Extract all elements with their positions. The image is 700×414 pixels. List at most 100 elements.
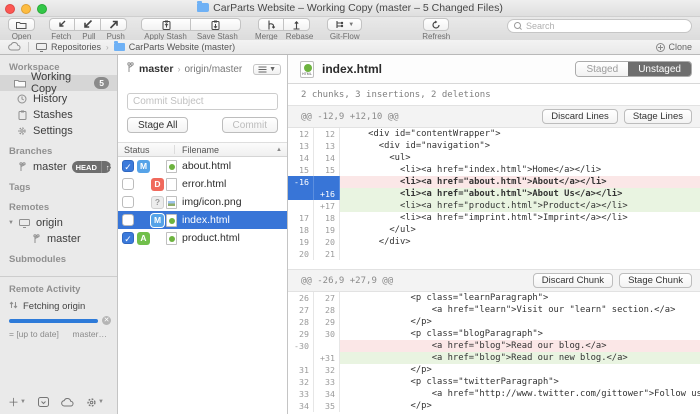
new-line-number[interactable]: 32 — [314, 364, 340, 376]
git-flow-button[interactable]: ▼ — [327, 18, 362, 31]
rebase-button[interactable] — [284, 18, 310, 31]
diff-line[interactable]: 2021 — [288, 248, 700, 260]
fetch-button[interactable] — [49, 18, 75, 31]
new-line-number[interactable]: 18 — [314, 212, 340, 224]
diff-line[interactable]: 3435 </p> — [288, 400, 700, 412]
old-line-number[interactable]: 19 — [288, 236, 314, 248]
discard-button[interactable]: Discard Lines — [542, 109, 618, 124]
disclosure-triangle-icon[interactable]: ▼ — [8, 220, 14, 226]
stage-button[interactable]: Stage Lines — [624, 109, 692, 124]
discard-button[interactable]: Discard Chunk — [533, 273, 613, 288]
new-line-number[interactable]: +31 — [314, 352, 340, 364]
new-line-number[interactable]: 35 — [314, 400, 340, 412]
title-bar[interactable]: CarParts Website – Working Copy (master … — [0, 0, 700, 17]
gear-menu-button[interactable]: ▼ — [86, 397, 104, 408]
diff-line[interactable]: 2728 <a href="learn">Visit our "learn" s… — [288, 304, 700, 316]
old-line-number[interactable]: 14 — [288, 152, 314, 164]
new-line-number[interactable]: 15 — [314, 164, 340, 176]
file-row[interactable]: ✓Aproduct.html — [118, 229, 287, 247]
diff-line[interactable]: -30 <a href="blog">Read our blog.</a> — [288, 340, 700, 352]
old-line-number[interactable]: 29 — [288, 328, 314, 340]
old-line-number[interactable] — [288, 200, 314, 212]
refresh-button[interactable] — [423, 18, 449, 31]
new-line-number[interactable]: 19 — [314, 224, 340, 236]
sidebar-item-branch-master[interactable]: master HEAD↑2 — [0, 159, 117, 175]
breadcrumb-current-repo[interactable]: CarParts Website (master) — [114, 42, 235, 52]
old-line-number[interactable] — [288, 188, 314, 200]
commit-button[interactable]: Commit — [222, 117, 278, 133]
diff-line[interactable]: 2829 </p> — [288, 316, 700, 328]
breadcrumb-repositories[interactable]: Repositories — [36, 42, 101, 52]
search-input[interactable] — [526, 21, 685, 31]
new-line-number[interactable]: 21 — [314, 248, 340, 260]
stage-all-button[interactable]: Stage All — [127, 117, 188, 133]
sidebar-item-remote-master[interactable]: master — [0, 231, 117, 247]
old-line-number[interactable]: 18 — [288, 224, 314, 236]
new-line-number[interactable]: 34 — [314, 388, 340, 400]
diff-line[interactable]: 1920 </div> — [288, 236, 700, 248]
diff-line[interactable]: -16 <li><a href="about.html">About</a></… — [288, 176, 700, 188]
old-line-number[interactable]: 26 — [288, 292, 314, 304]
new-line-number[interactable]: +16 — [314, 188, 340, 200]
old-line-number[interactable]: 27 — [288, 304, 314, 316]
tray-button[interactable] — [38, 397, 49, 407]
stage-checkbox[interactable] — [122, 214, 134, 226]
current-branch-label[interactable]: master — [139, 63, 173, 75]
old-line-number[interactable]: 28 — [288, 316, 314, 328]
new-line-number[interactable] — [314, 176, 340, 188]
diff-line[interactable]: 3132 </p> — [288, 364, 700, 376]
diff-line[interactable]: 1212 <div id="contentWrapper"> — [288, 128, 700, 140]
old-line-number[interactable]: 33 — [288, 388, 314, 400]
new-line-number[interactable]: 12 — [314, 128, 340, 140]
diff-line[interactable]: 1819 </ul> — [288, 224, 700, 236]
diff-line[interactable]: 2930 <p class="blogParagraph"> — [288, 328, 700, 340]
clone-button[interactable]: Clone — [656, 42, 692, 52]
diff-line[interactable]: 3334 <a href="http://www.twitter.com/git… — [288, 388, 700, 400]
new-line-number[interactable]: 30 — [314, 328, 340, 340]
old-line-number[interactable]: 15 — [288, 164, 314, 176]
unstaged-tab[interactable]: Unstaged — [628, 62, 691, 76]
add-button[interactable]: ＋▼ — [8, 394, 26, 410]
stage-checkbox[interactable]: ✓ — [122, 160, 134, 172]
view-options-button[interactable]: ▼ — [253, 64, 281, 75]
diff-line[interactable]: 1313 <div id="navigation"> — [288, 140, 700, 152]
push-button[interactable] — [101, 18, 127, 31]
cancel-fetch-button[interactable]: ✕ — [102, 316, 111, 325]
diff-line[interactable]: 1414 <ul> — [288, 152, 700, 164]
file-row[interactable]: Derror.html — [118, 175, 287, 193]
old-line-number[interactable]: 31 — [288, 364, 314, 376]
new-line-number[interactable]: 27 — [314, 292, 340, 304]
new-line-number[interactable]: 14 — [314, 152, 340, 164]
stage-button[interactable]: Stage Chunk — [619, 273, 692, 288]
file-row[interactable]: ✓Mabout.html — [118, 157, 287, 175]
sidebar-item-history[interactable]: History — [0, 91, 117, 107]
open-button[interactable] — [8, 18, 35, 31]
sidebar-item-remote-origin[interactable]: ▼ origin — [0, 215, 117, 231]
upstream-branch-label[interactable]: origin/master — [184, 64, 242, 75]
old-line-number[interactable]: -30 — [288, 340, 314, 352]
sidebar-item-settings[interactable]: Settings — [0, 123, 117, 139]
stage-checkbox[interactable] — [122, 196, 134, 208]
save-stash-button[interactable] — [191, 18, 241, 31]
pull-button[interactable] — [75, 18, 101, 31]
new-line-number[interactable]: 29 — [314, 316, 340, 328]
file-row[interactable]: ?img/icon.png — [118, 193, 287, 211]
old-line-number[interactable]: 13 — [288, 140, 314, 152]
sidebar-item-stashes[interactable]: Stashes — [0, 107, 117, 123]
search-field[interactable] — [507, 19, 692, 33]
old-line-number[interactable]: 32 — [288, 376, 314, 388]
column-divider[interactable] — [174, 145, 175, 154]
activity-cloud-icon[interactable] — [8, 42, 21, 53]
commit-subject-input[interactable] — [127, 93, 278, 110]
diff-line[interactable]: +16 <li><a href="about.html">About Us</a… — [288, 188, 700, 200]
diff-line[interactable]: 1515 <li><a href="index.html">Home</a></… — [288, 164, 700, 176]
new-line-number[interactable] — [314, 340, 340, 352]
old-line-number[interactable]: 17 — [288, 212, 314, 224]
old-line-number[interactable]: 12 — [288, 128, 314, 140]
old-line-number[interactable]: -16 — [288, 176, 314, 188]
apply-stash-button[interactable] — [141, 18, 191, 31]
stage-checkbox[interactable]: ✓ — [122, 232, 134, 244]
staged-tab[interactable]: Staged — [576, 62, 628, 76]
diff-line[interactable]: +31 <a href="blog">Read our new blog.</a… — [288, 352, 700, 364]
new-line-number[interactable]: 20 — [314, 236, 340, 248]
